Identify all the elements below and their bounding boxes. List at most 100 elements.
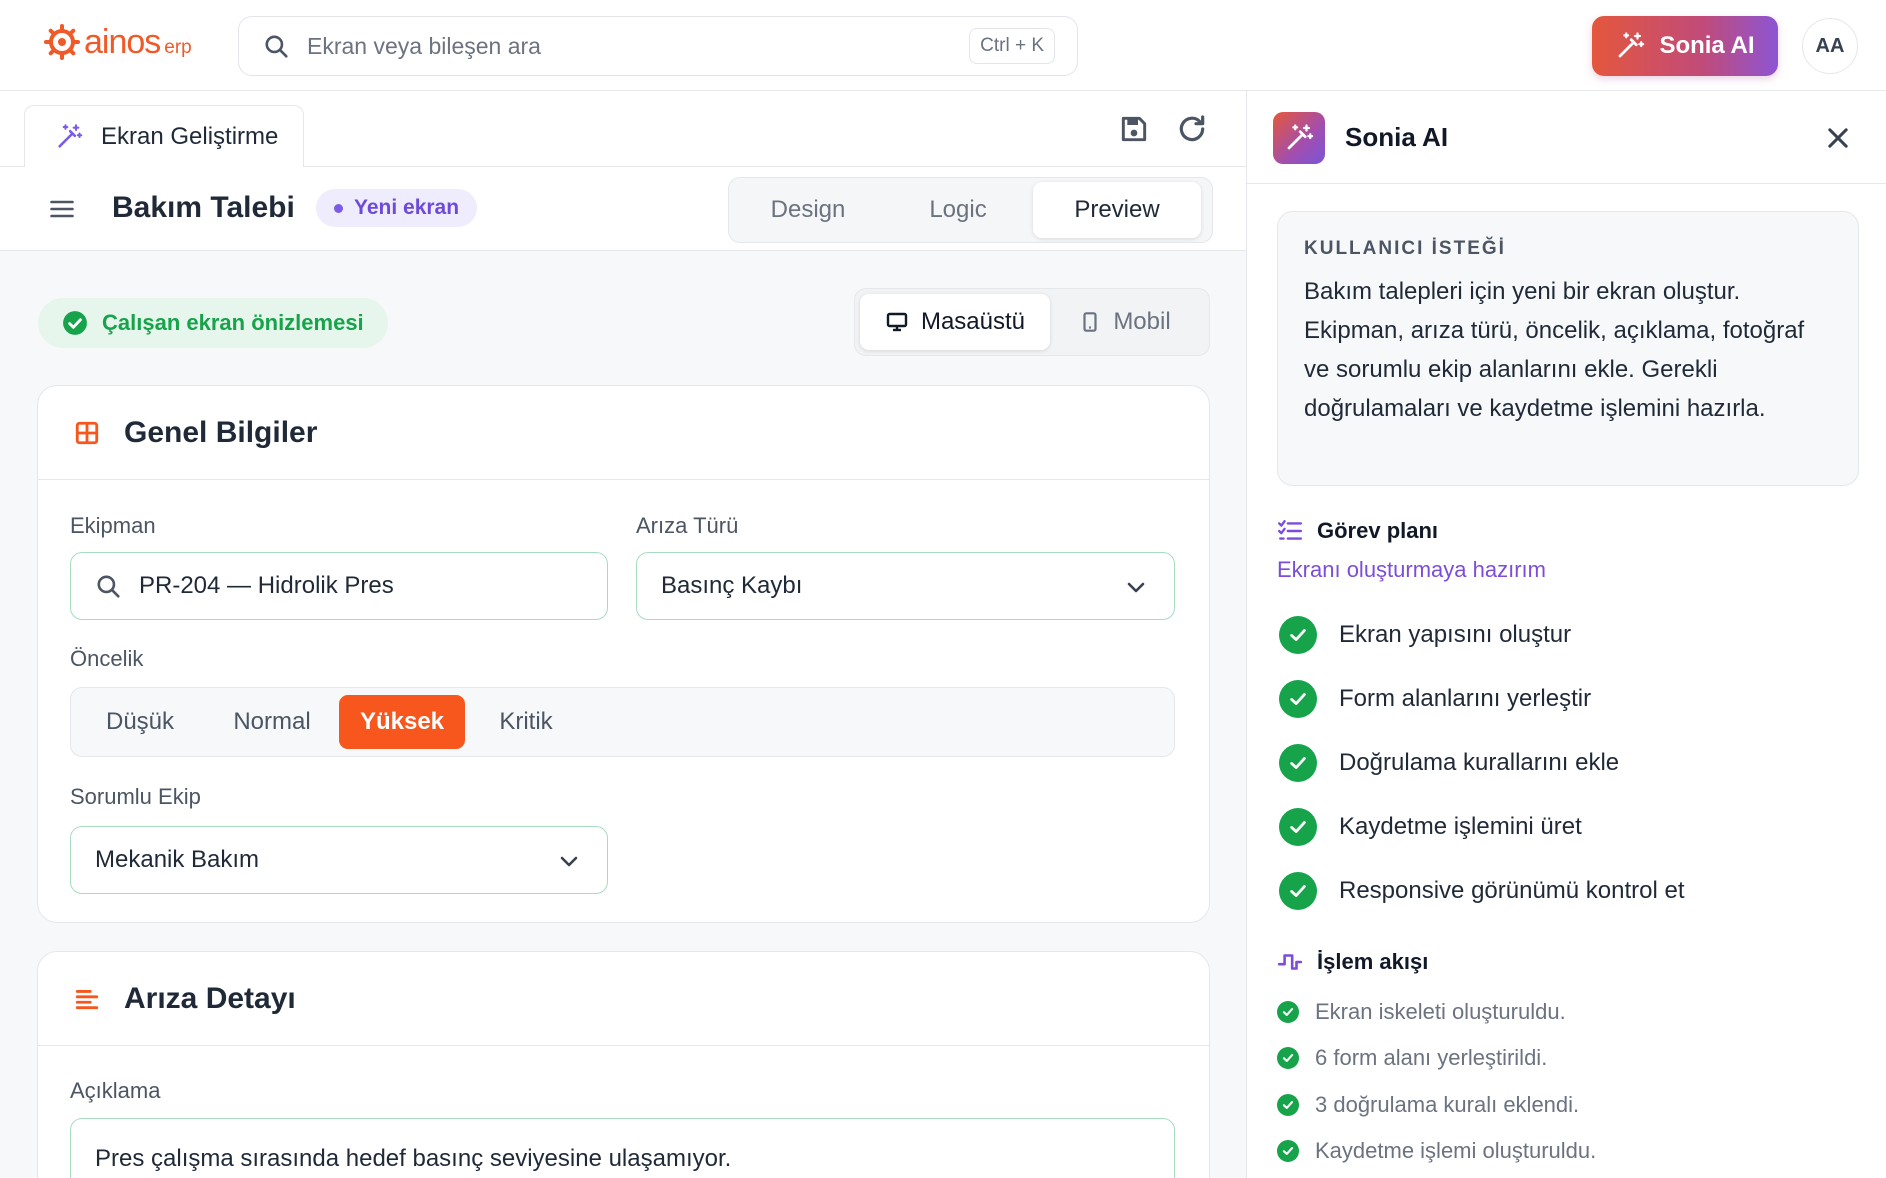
check-circle-icon bbox=[63, 311, 87, 335]
task-plan-status: Ekranı oluşturmaya hazırım bbox=[1277, 557, 1546, 582]
search-shortcut-badge: Ctrl + K bbox=[969, 28, 1055, 64]
tab-preview[interactable]: Preview bbox=[1033, 182, 1201, 238]
status-badge: Yeni ekran bbox=[316, 189, 478, 227]
search-icon bbox=[97, 575, 120, 598]
text-align-icon bbox=[75, 989, 99, 1009]
device-desktop-label: Masaüstü bbox=[920, 308, 1026, 335]
preview-canvas: Çalışan ekran önizlemesi Masaüstü Mobil … bbox=[0, 251, 1246, 1178]
preview-status-text: Çalışan ekran önizlemesi bbox=[102, 310, 364, 335]
task-item: Kaydetme işlemini üret bbox=[1279, 808, 1582, 846]
sonia-ai-button-label: Sonia AI bbox=[1659, 32, 1755, 59]
equipment-field[interactable]: PR-204 — Hidrolik Pres bbox=[70, 552, 608, 620]
tab-label: Ekran Geliştirme bbox=[101, 123, 279, 150]
task-item-label: Kaydetme işlemini üret bbox=[1339, 813, 1582, 840]
brand-logo[interactable]: ainos erp bbox=[44, 24, 192, 60]
flow-item-label: 6 form alanı yerleştirildi. bbox=[1315, 1045, 1548, 1070]
logo-mark-icon bbox=[44, 24, 80, 60]
tab-logic[interactable]: Logic bbox=[883, 182, 1033, 238]
global-search[interactable]: Ekran veya bileşen ara Ctrl + K bbox=[238, 16, 1078, 76]
check-circle-icon bbox=[1277, 1047, 1299, 1069]
search-icon bbox=[265, 35, 288, 58]
top-bar: ainos erp Ekran veya bileşen ara Ctrl + … bbox=[0, 0, 1886, 91]
user-request-text: Bakım talepleri için yeni bir ekran oluş… bbox=[1304, 278, 1805, 422]
team-value: Mekanik Bakım bbox=[95, 846, 260, 873]
priority-option-normal[interactable]: Normal bbox=[205, 695, 339, 749]
flow-item-label: 3 doğrulama kuralı eklendi. bbox=[1315, 1092, 1580, 1117]
pulse-icon bbox=[1277, 954, 1303, 970]
magic-wand-icon bbox=[58, 124, 83, 148]
chevron-down-icon bbox=[560, 856, 578, 867]
flow-item-label: Kaydetme işlemi oluşturuldu. bbox=[1315, 1138, 1597, 1163]
panel-header: Sonia AI bbox=[1247, 91, 1886, 184]
page-title: Bakım Talebi bbox=[112, 191, 295, 224]
equipment-value: PR-204 — Hidrolik Pres bbox=[139, 572, 394, 599]
description-textarea[interactable]: Pres çalışma sırasında hedef basınç sevi… bbox=[70, 1118, 1175, 1178]
check-circle-icon bbox=[1279, 680, 1317, 718]
process-flow-heading: İşlem akışı bbox=[1277, 949, 1428, 975]
description-value: Pres çalışma sırasında hedef basınç sevi… bbox=[95, 1145, 732, 1172]
logo-text: ainos bbox=[84, 23, 161, 61]
task-item-label: Responsive görünümü kontrol et bbox=[1339, 877, 1685, 904]
task-item: Responsive görünümü kontrol et bbox=[1279, 872, 1685, 910]
monitor-icon bbox=[886, 312, 908, 332]
team-label: Sorumlu Ekip bbox=[70, 784, 201, 809]
tab-design[interactable]: Design bbox=[733, 182, 883, 238]
search-input[interactable]: Ekran veya bileşen ara bbox=[307, 33, 969, 60]
check-circle-icon bbox=[1279, 616, 1317, 654]
priority-option-low[interactable]: Düşük bbox=[75, 695, 205, 749]
task-item: Form alanlarını yerleştir bbox=[1279, 680, 1591, 718]
user-avatar[interactable]: AA bbox=[1802, 18, 1858, 74]
panel-title: Sonia AI bbox=[1345, 122, 1449, 152]
workspace-tab-strip: Ekran Geliştirme bbox=[0, 91, 1246, 168]
fault-type-select[interactable]: Basınç Kaybı bbox=[636, 552, 1175, 620]
flow-item: 6 form alanı yerleştirildi. bbox=[1277, 1045, 1547, 1071]
magic-wand-icon bbox=[1287, 124, 1314, 150]
priority-option-high[interactable]: Yüksek bbox=[339, 695, 465, 749]
description-label: Açıklama bbox=[70, 1078, 161, 1103]
task-item-label: Form alanlarını yerleştir bbox=[1339, 685, 1592, 712]
grid-icon bbox=[75, 421, 99, 444]
check-circle-icon bbox=[1277, 1140, 1299, 1162]
refresh-icon[interactable] bbox=[1176, 113, 1208, 145]
team-select[interactable]: Mekanik Bakım bbox=[70, 826, 608, 894]
fault-detail-header: Arıza Detayı bbox=[38, 952, 1209, 1046]
task-item: Doğrulama kurallarını ekle bbox=[1279, 744, 1619, 782]
device-desktop[interactable]: Masaüstü bbox=[860, 294, 1050, 350]
chevron-down-icon bbox=[1127, 582, 1145, 593]
fault-type-label: Arıza Türü bbox=[636, 513, 739, 538]
task-item-label: Ekran yapısını oluştur bbox=[1339, 621, 1572, 648]
process-flow-title: İşlem akışı bbox=[1317, 949, 1429, 974]
check-circle-icon bbox=[1279, 808, 1317, 846]
priority-label: Öncelik bbox=[70, 646, 144, 671]
fault-detail-card: Arıza Detayı Açıklama Pres çalışma sıras… bbox=[37, 951, 1210, 1178]
flow-item-label: Ekran iskeleti oluşturuldu. bbox=[1315, 999, 1566, 1024]
magic-wand-icon bbox=[1619, 32, 1645, 58]
priority-option-critical[interactable]: Kritik bbox=[465, 695, 587, 749]
general-info-title: Genel Bilgiler bbox=[124, 415, 318, 449]
general-info-card: Genel Bilgiler Ekipman PR-204 — Hidrolik… bbox=[37, 385, 1210, 923]
task-plan-title: Görev planı bbox=[1317, 518, 1439, 543]
save-icon[interactable] bbox=[1118, 113, 1150, 145]
fault-detail-title: Arıza Detayı bbox=[124, 981, 296, 1015]
sonia-ai-panel: Sonia AI KULLANICI İSTEĞİ Bakım talepler… bbox=[1246, 91, 1886, 1178]
task-item: Ekran yapısını oluştur bbox=[1279, 616, 1571, 654]
menu-icon[interactable] bbox=[48, 195, 76, 223]
preview-status-pill: Çalışan ekran önizlemesi bbox=[38, 298, 388, 348]
check-circle-icon bbox=[1279, 872, 1317, 910]
logo-sub: erp bbox=[164, 37, 192, 58]
check-circle-icon bbox=[1279, 744, 1317, 782]
tab-screen-development[interactable]: Ekran Geliştirme bbox=[24, 105, 304, 168]
close-icon[interactable] bbox=[1824, 124, 1852, 152]
device-mobile[interactable]: Mobil bbox=[1050, 294, 1200, 350]
task-plan-heading: Görev planı bbox=[1277, 518, 1438, 544]
flow-item: Ekran iskeleti oluşturuldu. bbox=[1277, 999, 1566, 1025]
device-mobile-label: Mobil bbox=[1113, 308, 1171, 335]
priority-selector: Düşük Normal Yüksek Kritik bbox=[70, 687, 1175, 757]
user-request-label: KULLANICI İSTEĞİ bbox=[1304, 238, 1506, 259]
sonia-ai-logo bbox=[1273, 112, 1325, 164]
sonia-ai-button[interactable]: Sonia AI bbox=[1592, 16, 1778, 76]
task-item-label: Doğrulama kurallarını ekle bbox=[1339, 749, 1620, 776]
fault-type-value: Basınç Kaybı bbox=[661, 572, 803, 599]
general-info-header: Genel Bilgiler bbox=[38, 386, 1209, 480]
screen-toolbar: Bakım Talebi Yeni ekran Design Logic Pre… bbox=[0, 167, 1246, 251]
